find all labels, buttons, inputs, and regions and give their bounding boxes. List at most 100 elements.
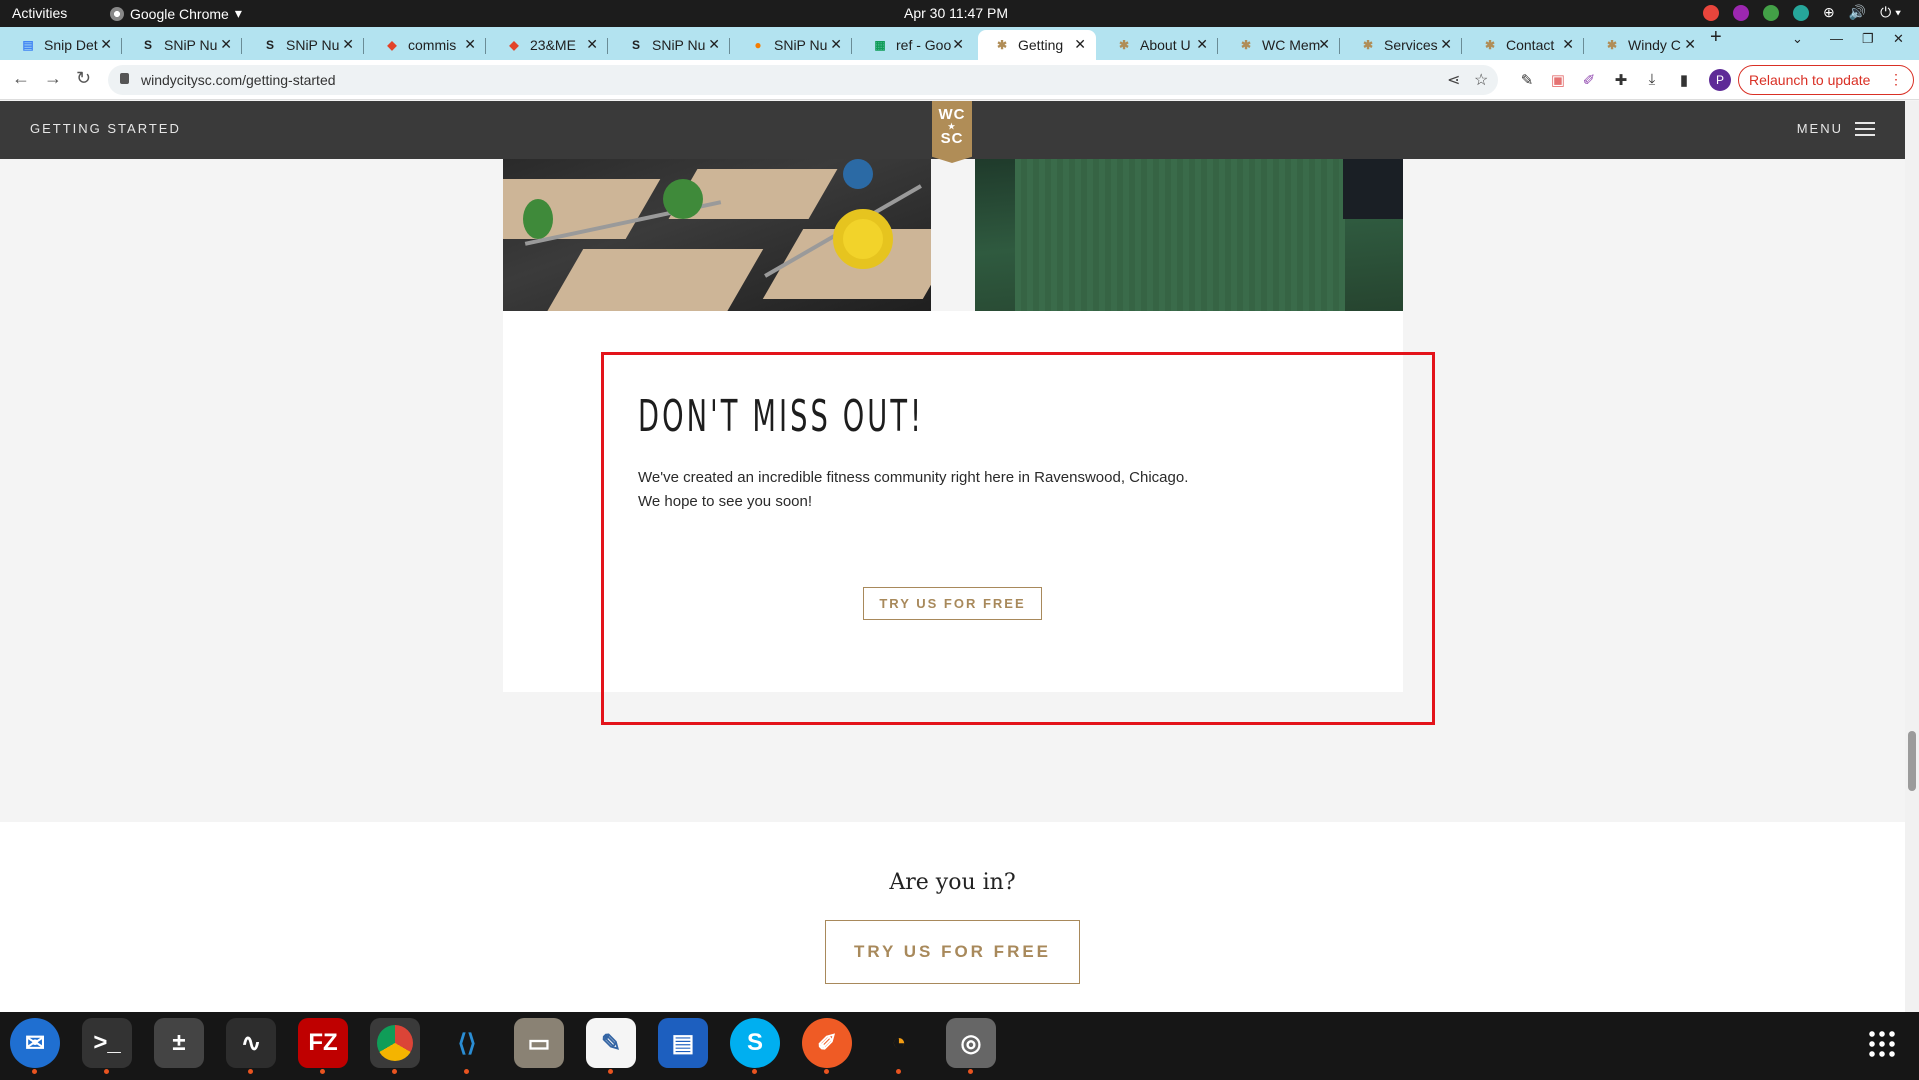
address-bar[interactable]: windycitysc.com/getting-started ⋖ ☆	[108, 65, 1498, 95]
tab-title: SNiP Nu	[286, 37, 340, 53]
text-editor-icon[interactable]: ✎	[586, 1018, 636, 1074]
sync-tray-icon[interactable]	[1792, 4, 1809, 21]
update-tray-icon[interactable]	[1762, 4, 1779, 21]
sheets-icon: ▦	[874, 38, 886, 52]
libreoffice-writer-icon[interactable]: ▤	[658, 1018, 708, 1068]
app-grid-icon[interactable]	[1867, 1029, 1897, 1059]
thunderbird-icon[interactable]: ✉	[10, 1018, 60, 1074]
system-tray[interactable]: ⊕ 🔊 ⏻ ▾	[1702, 4, 1901, 21]
tab-title: SNiP Nu	[652, 37, 706, 53]
calendar-extension-icon[interactable]: ▣	[1549, 71, 1567, 89]
tab-8-active[interactable]: ✱ Getting ✕	[978, 30, 1096, 60]
tab-6[interactable]: ● SNiP Nu ✕	[734, 30, 852, 60]
try-free-button-small[interactable]: TRY US FOR FREE	[863, 587, 1042, 620]
wcsc-logo[interactable]: WC ★ SC	[932, 101, 972, 163]
system-top-bar: Activities Google Chrome ▾ Apr 30 11:47 …	[0, 0, 1919, 27]
app-menu[interactable]: Google Chrome ▾	[110, 5, 242, 22]
skype-icon[interactable]: S	[730, 1018, 780, 1074]
close-icon[interactable]: ✕	[1074, 36, 1086, 53]
page-scrollbar[interactable]	[1905, 101, 1919, 1012]
close-icon[interactable]: ✕	[342, 36, 354, 53]
tab-0[interactable]: ▤ Snip Det ✕	[4, 30, 122, 60]
extension-tray-icon[interactable]	[1732, 4, 1749, 21]
close-icon[interactable]: ✕	[586, 36, 598, 53]
close-icon[interactable]: ✕	[1440, 36, 1452, 53]
vscode-icon[interactable]: ⟨⟩	[442, 1018, 492, 1074]
close-icon[interactable]: ✕	[220, 36, 232, 53]
tab-2[interactable]: S SNiP Nu ✕	[246, 30, 364, 60]
nav-getting-started[interactable]: GETTING STARTED	[30, 121, 181, 136]
pen-extension-icon[interactable]: ✐	[1580, 71, 1598, 89]
power-icon[interactable]: ⏻ ▾	[1880, 4, 1901, 21]
volume-icon[interactable]: 🔊	[1849, 4, 1866, 21]
snip-icon: S	[631, 38, 640, 52]
site-header: GETTING STARTED WC ★ SC MENU	[0, 101, 1905, 163]
disk-icon[interactable]: ◎	[946, 1018, 996, 1074]
close-icon[interactable]: ✕	[464, 36, 476, 53]
side-panel-icon[interactable]: ▮	[1675, 71, 1693, 89]
profile-avatar[interactable]: P	[1709, 69, 1731, 91]
network-icon[interactable]: ⊕	[1823, 4, 1835, 21]
close-icon[interactable]: ✕	[952, 36, 964, 53]
files-icon[interactable]: ▭	[514, 1018, 564, 1068]
tab-title: About U	[1140, 37, 1191, 53]
close-icon[interactable]: ✕	[1318, 36, 1330, 53]
download-icon[interactable]: ⤓	[1643, 71, 1661, 89]
share-icon[interactable]: ⋖	[1447, 70, 1460, 90]
forward-icon[interactable]: →	[44, 68, 62, 89]
tab-12[interactable]: ✱ Contact ✕	[1466, 30, 1584, 60]
clock[interactable]: Apr 30 11:47 PM	[904, 5, 1008, 21]
calculator-icon[interactable]: ±	[154, 1018, 204, 1068]
system-monitor-icon[interactable]: ∿	[226, 1018, 276, 1074]
promo-line-1: We've created an incredible fitness comm…	[638, 469, 1189, 486]
close-icon[interactable]: ✕	[1684, 36, 1696, 53]
close-icon[interactable]: ✕	[100, 36, 112, 53]
promo-line-2: We hope to see you soon!	[638, 493, 813, 510]
chrome-icon[interactable]	[370, 1018, 420, 1074]
extensions-puzzle-icon[interactable]: ✚	[1612, 71, 1630, 89]
new-tab-button[interactable]: +	[1710, 26, 1722, 49]
snip-icon: S	[143, 38, 152, 52]
try-free-button-large[interactable]: TRY US FOR FREE	[825, 920, 1080, 984]
gitlab-icon: ◆	[387, 38, 397, 52]
minimize-icon[interactable]: —	[1830, 31, 1843, 46]
tab-9[interactable]: ✱ About U ✕	[1100, 30, 1218, 60]
url-text[interactable]: windycitysc.com/getting-started	[141, 72, 336, 88]
docs-icon: ▤	[22, 38, 34, 52]
restore-icon[interactable]: ❐	[1862, 31, 1874, 47]
close-icon[interactable]: ✕	[1562, 36, 1574, 53]
are-you-in-heading: Are you in?	[889, 870, 1016, 895]
back-icon[interactable]: ←	[12, 68, 30, 89]
tab-1[interactable]: S SNiP Nu ✕	[124, 30, 242, 60]
scrollbar-thumb[interactable]	[1908, 731, 1916, 791]
tab-7[interactable]: ▦ ref - Goo ✕	[856, 30, 974, 60]
tab-13[interactable]: ✱ Windy C ✕	[1588, 30, 1706, 60]
hotspot-icon[interactable]: ◔	[874, 1018, 924, 1074]
eyedropper-extension-icon[interactable]: ✎	[1518, 71, 1536, 89]
tab-10[interactable]: ✱ WC Mem ✕	[1222, 30, 1340, 60]
postman-icon[interactable]: ✐	[802, 1018, 852, 1074]
close-icon[interactable]: ✕	[830, 36, 842, 53]
bookmark-star-icon[interactable]: ☆	[1474, 70, 1488, 90]
activities-button[interactable]: Activities	[12, 5, 67, 21]
filezilla-icon[interactable]: FZ	[298, 1018, 348, 1074]
star-icon: ✱	[1240, 38, 1252, 52]
tab-5[interactable]: S SNiP Nu ✕	[612, 30, 730, 60]
close-icon[interactable]: ✕	[708, 36, 720, 53]
menu-button[interactable]: MENU	[1797, 121, 1875, 136]
tab-3[interactable]: ◆ commis ✕	[368, 30, 486, 60]
chrome-tray-icon[interactable]	[1702, 4, 1719, 21]
tab-4[interactable]: ◆ 23&ME ✕	[490, 30, 608, 60]
reload-icon[interactable]: ↻	[76, 68, 91, 89]
more-menu-icon[interactable]: ⋮	[1889, 71, 1903, 88]
promo-body: We've created an incredible fitness comm…	[638, 466, 1238, 514]
lock-icon[interactable]	[120, 73, 129, 84]
fruit-icon: ●	[754, 38, 762, 52]
relaunch-button[interactable]: Relaunch to update ⋮	[1738, 65, 1914, 95]
close-icon[interactable]: ✕	[1196, 36, 1208, 53]
menu-label: MENU	[1796, 121, 1843, 136]
tab-11[interactable]: ✱ Services ✕	[1344, 30, 1462, 60]
terminal-icon[interactable]: >_	[82, 1018, 132, 1074]
close-window-icon[interactable]: ✕	[1893, 31, 1904, 47]
tab-search-icon[interactable]: ⌄	[1792, 31, 1803, 47]
